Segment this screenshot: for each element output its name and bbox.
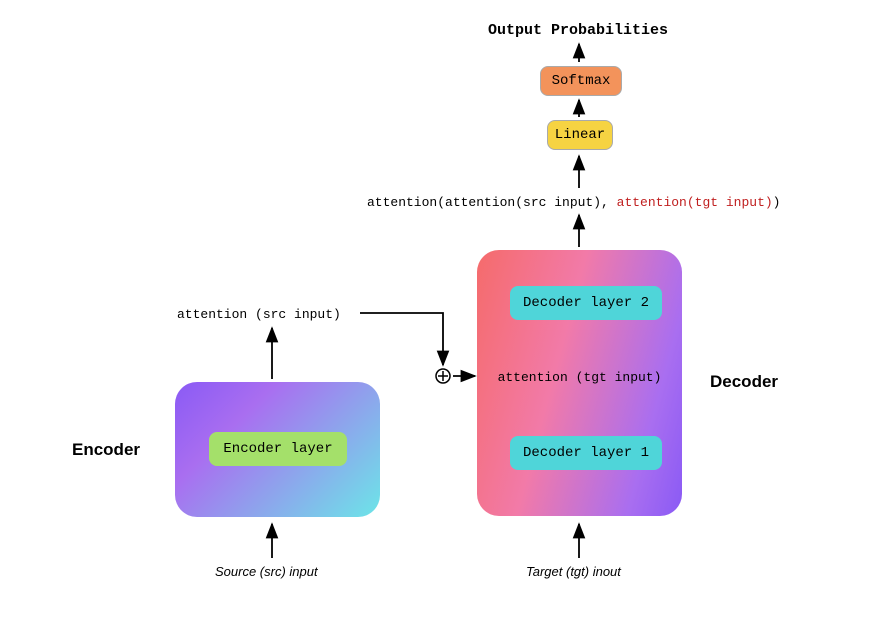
formula-suffix: ): [773, 195, 781, 210]
circle-plus-icon: [435, 368, 451, 384]
output-probabilities-label: Output Probabilities: [488, 22, 668, 39]
decoder-layer-1-box: Decoder layer 1: [510, 436, 662, 470]
arrows-svg: [0, 0, 880, 632]
linear-box: Linear: [547, 120, 613, 150]
decoder-label: Decoder: [710, 372, 778, 392]
attention-src-label: attention (src input): [177, 307, 341, 322]
encoder-label: Encoder: [72, 440, 140, 460]
encoder-layer-box: Encoder layer: [209, 432, 347, 466]
src-input-label: Source (src) input: [215, 564, 318, 579]
attention-tgt-label: attention (tgt input): [477, 370, 682, 385]
attention-formula: attention(attention(src input), attentio…: [367, 195, 780, 210]
decoder-block: Decoder layer 2 attention (tgt input) De…: [477, 250, 682, 516]
tgt-input-label: Target (tgt) inout: [526, 564, 621, 579]
decoder-layer-2-box: Decoder layer 2: [510, 286, 662, 320]
formula-prefix: attention(attention(src input),: [367, 195, 617, 210]
encoder-block: Encoder layer: [175, 382, 380, 517]
formula-red: attention(tgt input): [617, 195, 773, 210]
softmax-box: Softmax: [540, 66, 622, 96]
